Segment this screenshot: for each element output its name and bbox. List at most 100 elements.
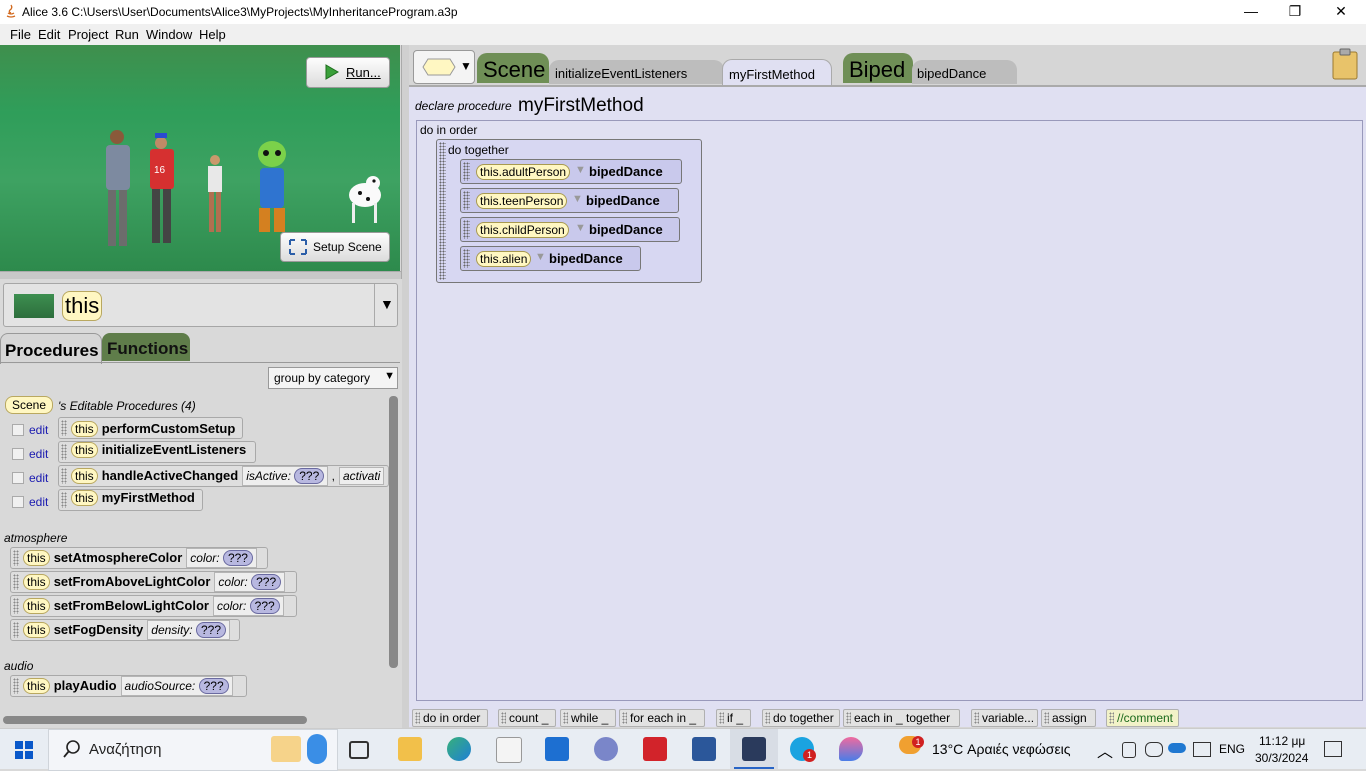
param-value[interactable]: ???: [249, 598, 280, 614]
chevron-down-icon[interactable]: ▼: [572, 193, 583, 205]
paint-drop-icon[interactable]: [839, 737, 863, 761]
target-chip[interactable]: this.childPerson: [476, 222, 569, 238]
param-value[interactable]: ???: [222, 550, 253, 566]
menu-project[interactable]: Project: [68, 27, 108, 42]
alice-taskbar-item[interactable]: [730, 729, 778, 769]
chevron-down-icon[interactable]: ▼: [535, 251, 546, 263]
procedure-tile-initializeEventListeners[interactable]: this initializeEventListeners: [58, 441, 256, 463]
setup-scene-button[interactable]: Setup Scene: [280, 232, 390, 262]
clipboard-icon[interactable]: [1332, 48, 1358, 80]
chevron-down-icon[interactable]: ▼: [575, 164, 586, 176]
edit-link[interactable]: edit: [29, 447, 48, 461]
run-button[interactable]: Run...: [306, 57, 390, 88]
procedure-tile-playAudio[interactable]: this playAudio audioSource: ???: [10, 675, 247, 697]
menu-help[interactable]: Help: [199, 27, 226, 42]
horizontal-scrollbar[interactable]: [3, 716, 307, 724]
system-tray-icon[interactable]: [1122, 742, 1136, 758]
word-icon[interactable]: [692, 737, 716, 761]
param-value[interactable]: ???: [294, 468, 325, 484]
edge-icon[interactable]: [447, 737, 471, 761]
weather-text[interactable]: 13°C Αραιές νεφώσεις: [932, 741, 1071, 757]
group-by-select[interactable]: group by category ▼: [268, 367, 398, 389]
procedure-tile-setFogDensity[interactable]: this setFogDensity density: ???: [10, 619, 240, 641]
palette-do-together[interactable]: do together: [762, 709, 840, 727]
close-button[interactable]: ✕: [1318, 0, 1364, 24]
onedrive-icon[interactable]: [1168, 743, 1186, 753]
tab-functions[interactable]: Functions: [102, 333, 190, 361]
palette-for-each-in[interactable]: for each in _: [619, 709, 705, 727]
edit-link[interactable]: edit: [29, 495, 48, 509]
palette-do-in-order[interactable]: do in order: [412, 709, 488, 727]
menu-file[interactable]: File: [10, 27, 31, 42]
instance-selector[interactable]: this ▼: [3, 283, 398, 327]
method-call: bipedDance: [586, 193, 660, 208]
procedure-tile-handleActiveChanged[interactable]: this handleActiveChanged isActive: ??? , ac…: [58, 465, 389, 487]
menu-window[interactable]: Window: [146, 27, 192, 42]
statement-childPerson-bipedDance[interactable]: this.childPerson ▼ bipedDance: [460, 217, 680, 242]
palette-count[interactable]: count _: [498, 709, 556, 727]
target-chip[interactable]: this.teenPerson: [476, 193, 568, 209]
this-chip: this: [23, 550, 50, 566]
task-view-icon[interactable]: [349, 741, 369, 759]
tab-biped-class[interactable]: Biped: [843, 53, 913, 83]
palette-assign[interactable]: assign: [1041, 709, 1096, 727]
tab-myFirstMethod[interactable]: myFirstMethod: [722, 59, 832, 87]
chevron-up-icon[interactable]: ︿: [1097, 738, 1113, 762]
chrome-icon[interactable]: [594, 737, 618, 761]
maximize-button[interactable]: ❐: [1272, 0, 1318, 24]
taskbar-search-box[interactable]: Αναζήτηση: [48, 729, 338, 771]
acrobat-icon[interactable]: [643, 737, 667, 761]
param-value[interactable]: ???: [198, 678, 229, 694]
param-value[interactable]: ???: [195, 622, 226, 638]
clock-time[interactable]: 11:12 μμ: [1259, 734, 1305, 748]
tab-initializeEventListeners[interactable]: initializeEventListeners: [549, 60, 724, 84]
procedure-name: initializeEventListeners: [101, 442, 247, 457]
param-label: isActive:: [246, 469, 291, 483]
mail-icon[interactable]: [545, 737, 569, 761]
edit-link[interactable]: edit: [29, 423, 48, 437]
palette-while[interactable]: while _: [560, 709, 616, 727]
procedure-tile-setFromBelowLightColor[interactable]: this setFromBelowLightColor color: ???: [10, 595, 297, 617]
clock-date[interactable]: 30/3/2024: [1255, 751, 1308, 765]
windows-taskbar: Αναζήτηση 1 1 13°C Αραιές νεφώσεις ︿ ENG…: [0, 728, 1366, 771]
notifications-icon[interactable]: [1324, 741, 1342, 757]
chevron-down-icon[interactable]: ▼: [575, 222, 586, 234]
windows-start-icon[interactable]: [15, 741, 33, 759]
network-icon[interactable]: [1145, 742, 1163, 757]
statement-teenPerson-bipedDance[interactable]: this.teenPerson ▼ bipedDance: [460, 188, 679, 213]
tab-scene-class[interactable]: Scene: [477, 53, 549, 83]
procedure-checkbox[interactable]: [12, 496, 24, 508]
statement-adultPerson-bipedDance[interactable]: this.adultPerson ▼ bipedDance: [460, 159, 682, 184]
tab-procedures[interactable]: Procedures: [0, 333, 102, 364]
procedure-tile-myFirstMethod[interactable]: this myFirstMethod: [58, 489, 203, 511]
param-value[interactable]: ???: [251, 574, 282, 590]
palette-if[interactable]: if _: [716, 709, 751, 727]
file-explorer-icon[interactable]: [398, 737, 422, 761]
menu-edit[interactable]: Edit: [38, 27, 60, 42]
procedure-tile-setFromAboveLightColor[interactable]: this setFromAboveLightColor color: ???: [10, 571, 297, 593]
statement-alien-bipedDance[interactable]: this.alien ▼ bipedDance: [460, 246, 641, 271]
vertical-scrollbar[interactable]: [389, 396, 398, 668]
this-chip: this: [71, 490, 98, 506]
procedure-checkbox[interactable]: [12, 424, 24, 436]
palette-each-in-together[interactable]: each in _ together: [843, 709, 960, 727]
target-chip[interactable]: this.adultPerson: [476, 164, 571, 180]
this-chip: this: [23, 598, 50, 614]
palette-variable[interactable]: variable...: [971, 709, 1038, 727]
do-together-block[interactable]: do together this.adultPerson ▼ bipedDanc…: [436, 139, 702, 283]
menu-run[interactable]: Run: [115, 27, 139, 42]
procedure-tile-setAtmosphereColor[interactable]: this setAtmosphereColor color: ???: [10, 547, 268, 569]
target-chip[interactable]: this.alien: [476, 251, 532, 267]
procedure-tile-performCustomSetup[interactable]: this performCustomSetup: [58, 417, 243, 439]
language-indicator[interactable]: ENG: [1219, 742, 1245, 756]
minimize-button[interactable]: —: [1228, 0, 1274, 24]
tab-bipedDance[interactable]: bipedDance: [912, 60, 1017, 84]
store-icon[interactable]: [496, 737, 522, 763]
selector-dropdown[interactable]: ▼: [374, 284, 397, 326]
display-icon[interactable]: [1193, 742, 1211, 757]
edit-link[interactable]: edit: [29, 471, 48, 485]
procedure-checkbox[interactable]: [12, 472, 24, 484]
palette-comment[interactable]: //comment: [1106, 709, 1179, 727]
type-selector[interactable]: ▼: [413, 50, 475, 84]
procedure-checkbox[interactable]: [12, 448, 24, 460]
